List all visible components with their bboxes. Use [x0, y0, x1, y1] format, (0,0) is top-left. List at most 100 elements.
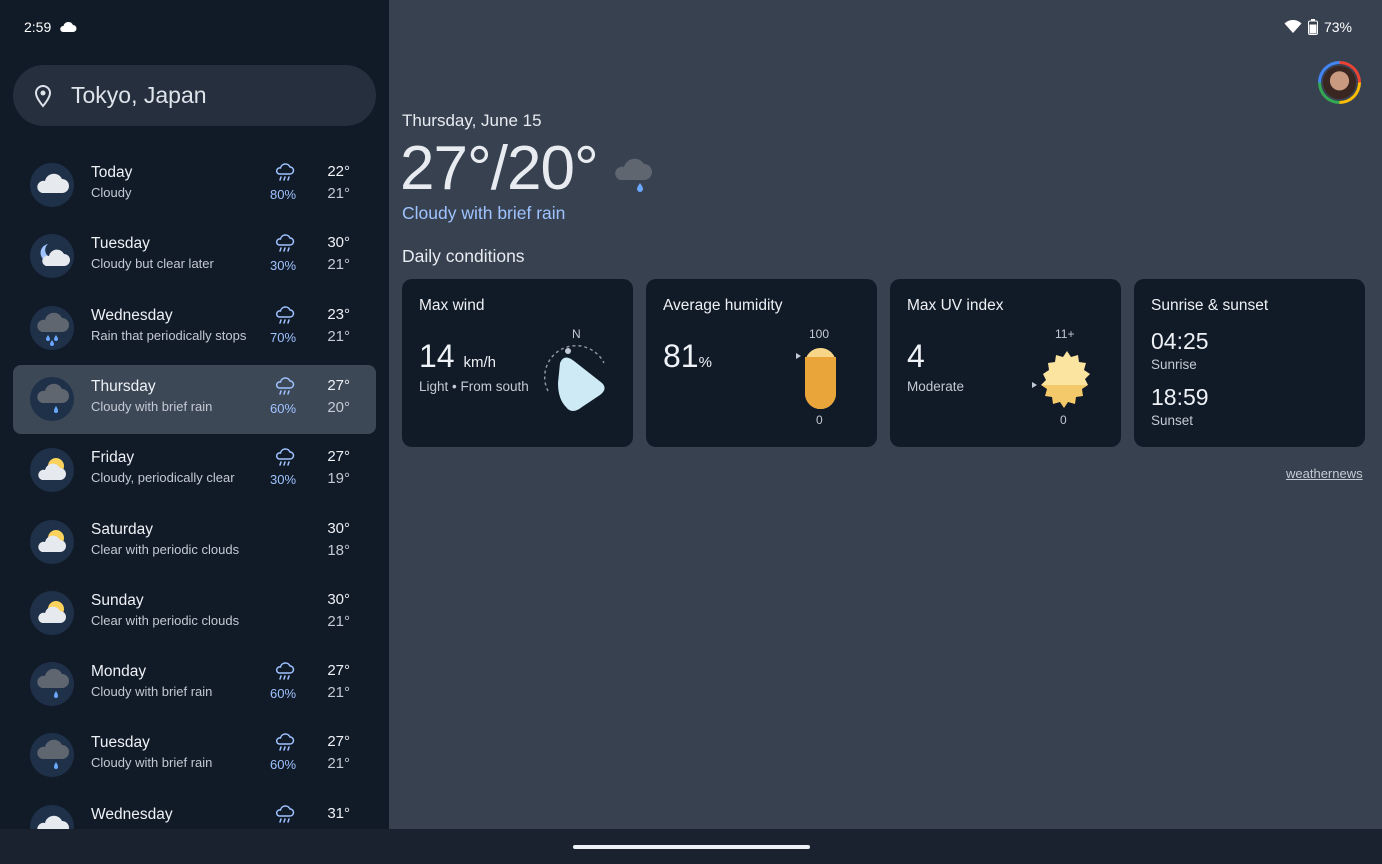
- precipitation-chance: 30%: [269, 258, 297, 273]
- day-name: Wednesday: [91, 307, 173, 324]
- forecast-day-row[interactable]: Monday Cloudy with brief rain 60% 27° 21°: [13, 650, 376, 719]
- rain-icon-badge: [30, 306, 74, 350]
- cloud-icon-badge: [30, 163, 74, 207]
- wind-value: 14 km/h: [419, 338, 496, 375]
- cloud-icon: [37, 173, 69, 193]
- day-name: Saturday: [91, 521, 154, 538]
- precipitation-icon: [275, 234, 295, 252]
- max-wind-card[interactable]: Max wind 14 km/h Light • From south N: [402, 279, 633, 447]
- location-pin-icon: [34, 84, 52, 108]
- status-bar-left: 2:59: [24, 19, 77, 35]
- cloud-rain-icon-badge: [30, 662, 74, 706]
- cloud-rain-icon-badge: [30, 377, 74, 421]
- forecast-day-row[interactable]: Tuesday Cloudy with brief rain 60% 27° 21°: [13, 721, 376, 790]
- precipitation-icon: [275, 662, 295, 680]
- high-temp: 23°: [327, 306, 350, 323]
- selected-date: Thursday, June 15: [402, 111, 542, 130]
- source-link[interactable]: weathernews: [1286, 466, 1363, 481]
- cloud-icon: [60, 21, 77, 32]
- precipitation-icon: [275, 163, 295, 181]
- forecast-day-row[interactable]: Tuesday Cloudy but clear later 30% 30° 21°: [13, 222, 376, 291]
- day-name: Monday: [91, 663, 147, 680]
- daily-conditions-heading: Daily conditions: [402, 246, 525, 266]
- low-temp: 19°: [327, 470, 350, 487]
- humidity-number: 81: [663, 338, 699, 374]
- cloud-rain-icon: [615, 158, 652, 192]
- day-name: Tuesday: [91, 235, 150, 252]
- sunrise-sunset-card[interactable]: Sunrise & sunset 04:25 Sunrise 18:59 Sun…: [1134, 279, 1365, 447]
- forecast-day-row[interactable]: Wednesday Rain that periodically stops 70%…: [13, 294, 376, 363]
- weather-summary: Cloudy with brief rain: [402, 203, 566, 223]
- uv-index-card[interactable]: Max UV index 4 Moderate 11+ 0: [890, 279, 1121, 447]
- humidity-scale-min: 0: [816, 413, 823, 427]
- day-name: Sunday: [91, 592, 144, 609]
- precipitation-chance: 30%: [269, 472, 297, 487]
- compass-north-label: N: [572, 327, 581, 341]
- sunset-time: 18:59: [1151, 384, 1209, 410]
- day-name: Today: [91, 164, 133, 181]
- low-temp: 21°: [327, 256, 350, 273]
- precipitation-indicator: [275, 377, 295, 402]
- temperature-range: 27°/20°: [400, 134, 599, 203]
- humidity-card[interactable]: Average humidity 81% 100 0: [646, 279, 877, 447]
- day-condition: Cloudy, periodically clear: [91, 470, 235, 485]
- high-temp: 27°: [327, 377, 350, 394]
- day-condition: Cloudy but clear later: [91, 256, 214, 271]
- day-condition: Clear with periodic clouds: [91, 542, 240, 557]
- low-temp: 21°: [327, 185, 350, 202]
- sun-cloud-icon-badge: [30, 591, 74, 635]
- high-temp: 31°: [327, 805, 350, 822]
- location-search[interactable]: Tokyo, Japan: [13, 65, 376, 126]
- precipitation-chance: 60%: [269, 757, 297, 772]
- avatar-frame: [1321, 64, 1358, 101]
- rain-icon: [37, 312, 69, 346]
- uv-scale-min: 0: [1060, 413, 1067, 427]
- forecast-panel: 2:59 Tokyo, Japan Today Cloudy 80% 22° 21° Tu…: [0, 0, 389, 864]
- high-temp: 27°: [327, 662, 350, 679]
- moon-cloud-icon: [40, 244, 70, 266]
- precipitation-indicator: [275, 662, 295, 687]
- precipitation-icon: [275, 448, 295, 466]
- sun-cloud-icon-badge: [30, 448, 74, 492]
- wind-direction-icon: [543, 344, 605, 411]
- low-temp: 21°: [327, 684, 350, 701]
- forecast-day-row[interactable]: Sunday Clear with periodic clouds 30° 21°: [13, 579, 376, 648]
- high-temp: 22°: [327, 163, 350, 180]
- day-name: Wednesday: [91, 806, 173, 823]
- high-temp: 30°: [327, 520, 350, 537]
- precipitation-chance: 60%: [269, 686, 297, 701]
- cloud-rain-icon: [37, 739, 69, 769]
- wifi-icon: [1284, 20, 1302, 33]
- cloud-rain-icon-badge: [30, 733, 74, 777]
- sun-cloud-icon: [38, 601, 66, 623]
- forecast-day-row[interactable]: Thursday Cloudy with brief rain 60% 27° 20°: [13, 365, 376, 434]
- low-temp: 18°: [327, 542, 350, 559]
- battery-icon: [1307, 19, 1318, 35]
- day-condition: Rain that periodically stops: [91, 328, 247, 343]
- card-title: Sunrise & sunset: [1151, 297, 1269, 314]
- day-condition: Cloudy: [91, 185, 132, 200]
- forecast-day-row[interactable]: Saturday Clear with periodic clouds 30° 18°: [13, 508, 376, 577]
- precipitation-indicator: [275, 733, 295, 758]
- sun-cloud-icon: [38, 458, 66, 480]
- humidity-unit: %: [698, 354, 712, 371]
- uv-sun-gauge: [1032, 351, 1090, 408]
- forecast-day-row[interactable]: Friday Cloudy, periodically clear 30% 27° 19…: [13, 436, 376, 505]
- location-name: Tokyo, Japan: [71, 82, 207, 108]
- high-temp: 27°: [327, 733, 350, 750]
- precipitation-indicator: [275, 448, 295, 473]
- day-name: Thursday: [91, 378, 156, 395]
- precipitation-icon: [275, 733, 295, 751]
- humidity-gauge: [796, 348, 836, 409]
- precipitation-chance: 60%: [269, 401, 297, 416]
- wind-number: 14: [419, 338, 455, 374]
- sunrise-time: 04:25: [1151, 328, 1209, 354]
- forecast-day-row[interactable]: Today Cloudy 80% 22° 21°: [13, 151, 376, 220]
- precipitation-indicator: [275, 805, 295, 830]
- card-title: Max wind: [419, 297, 485, 314]
- home-gesture-handle[interactable]: [573, 845, 810, 849]
- day-name: Friday: [91, 449, 135, 466]
- precipitation-chance: 70%: [269, 330, 297, 345]
- uv-scale-max: 11+: [1055, 327, 1075, 341]
- account-avatar[interactable]: [1318, 61, 1361, 104]
